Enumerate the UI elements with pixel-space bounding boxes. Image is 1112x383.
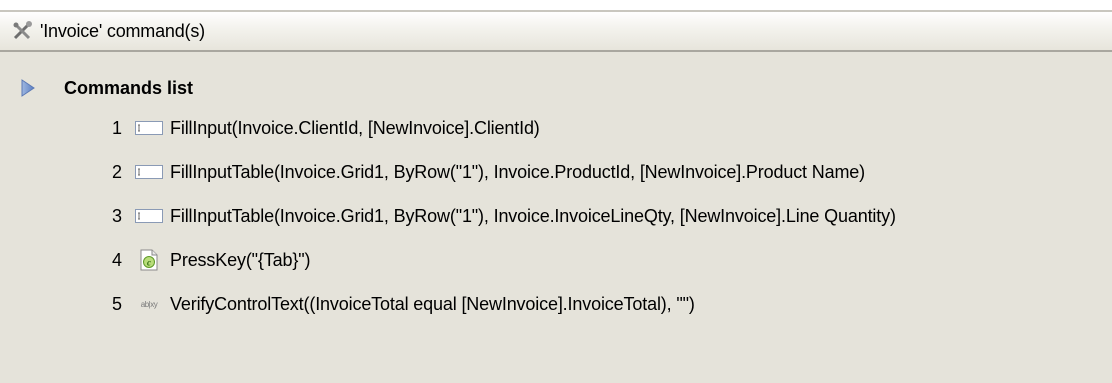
command-text: VerifyControlText((InvoiceTotal equal [N… bbox=[170, 293, 695, 314]
command-row-2[interactable]: 2 FillInputTable(Invoice.Grid1, ByRow("1… bbox=[0, 156, 1112, 188]
top-strip bbox=[0, 0, 1112, 10]
command-number: 4 bbox=[111, 249, 122, 270]
command-text: FillInput(Invoice.ClientId, [NewInvoice]… bbox=[170, 117, 540, 138]
text-verify-glyph: ab|xy bbox=[140, 299, 158, 309]
triangle-right-icon[interactable] bbox=[20, 78, 36, 98]
svg-text:c: c bbox=[147, 258, 151, 268]
panel-title: 'Invoice' command(s) bbox=[40, 20, 205, 41]
command-row-3[interactable]: 3 FillInputTable(Invoice.Grid1, ByRow("1… bbox=[0, 200, 1112, 232]
command-text: PressKey("{Tab}") bbox=[170, 249, 311, 270]
command-number: 1 bbox=[111, 117, 122, 138]
input-field-icon bbox=[134, 161, 164, 183]
command-number: 5 bbox=[111, 293, 122, 314]
command-text: FillInputTable(Invoice.Grid1, ByRow("1")… bbox=[170, 205, 896, 226]
commands-list-section: Commands list bbox=[20, 74, 193, 102]
input-field-icon bbox=[134, 205, 164, 227]
command-number: 3 bbox=[111, 205, 122, 226]
commands-panel: Commands list 1 FillInput(Invoice.Client… bbox=[0, 52, 1112, 383]
commands-list-title: Commands list bbox=[64, 77, 194, 98]
command-number: 2 bbox=[111, 161, 122, 182]
command-row-1[interactable]: 1 FillInput(Invoice.ClientId, [NewInvoic… bbox=[0, 112, 1112, 144]
panel-header: 'Invoice' command(s) bbox=[0, 10, 1112, 52]
input-field-icon bbox=[134, 117, 164, 139]
key-script-icon: c bbox=[134, 249, 164, 271]
text-verify-icon: ab|xy bbox=[134, 293, 164, 315]
command-text: FillInputTable(Invoice.Grid1, ByRow("1")… bbox=[170, 161, 866, 182]
command-row-5[interactable]: 5 ab|xy VerifyControlText((InvoiceTotal … bbox=[0, 288, 1112, 320]
command-row-4[interactable]: 4 c PressKey("{Tab}") bbox=[0, 244, 1112, 276]
tools-icon bbox=[10, 20, 36, 42]
